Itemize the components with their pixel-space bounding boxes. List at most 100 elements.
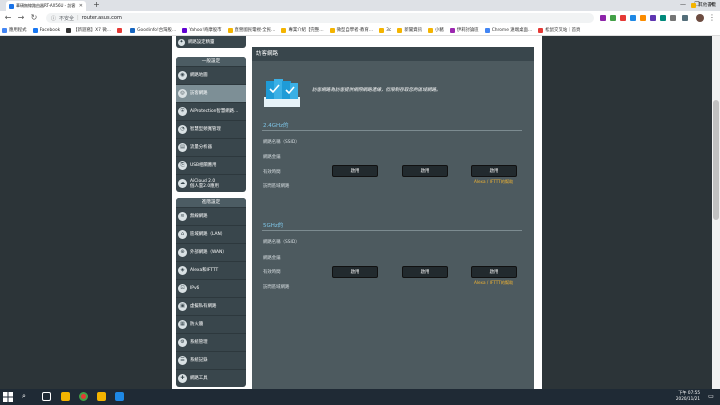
sidebar-item-setup-wizard[interactable]: ✦ 網路設定精靈 [176, 36, 246, 48]
system-clock[interactable]: 下午 07:55 2020/11/21 [676, 390, 700, 402]
sidebar-item[interactable]: ▤ 流量分析器 [176, 138, 246, 156]
bookmark-item[interactable]: 伊莉討論區 [449, 27, 479, 33]
band-title-5g: 5GHz的 [263, 223, 284, 229]
bookmark-item[interactable]: 專業介紹【完整… [281, 27, 324, 33]
browser-tab[interactable]: 華碩無線路由器RT-AX56U - 訪客 ✕ [6, 1, 86, 11]
enable-button[interactable]: 啟用 [332, 165, 378, 177]
sidebar-item[interactable]: ☁ AiCloud 2.0 個人雲2.0應用 [176, 174, 246, 192]
tab-strip: 華碩無線路由器RT-AX56U - 訪客 ✕ + — ❐ ✕ [0, 0, 720, 11]
sidebar-item[interactable]: ⊡ IPv6 [176, 279, 246, 297]
network-key-label: 網路金鑰 [263, 256, 281, 261]
menu-item-icon: ◉ [178, 71, 187, 80]
menu-icon[interactable]: ⋮ [708, 13, 716, 23]
chrome-icon[interactable] [79, 392, 88, 401]
sidebar-item[interactable]: ✚ 網路工具 [176, 369, 246, 387]
bookmark-item[interactable]: Chrome 遠端桌面… [484, 27, 532, 33]
alexa-ifttt-help-link[interactable]: Alexa / IFTTT的幫助 [474, 280, 513, 286]
bookmark-item[interactable]: Facebook [32, 27, 60, 33]
enable-button[interactable]: 啟用 [471, 165, 517, 177]
sidebar-item[interactable]: ⎘ USB相關應用 [176, 156, 246, 174]
bookmark-item[interactable] [117, 27, 124, 33]
bookmark-item[interactable]: 直營國民電視‧全民… [227, 27, 275, 33]
sidebar-item-label: 系統管理 [190, 340, 208, 345]
divider [262, 130, 522, 131]
extension-icon[interactable] [620, 15, 626, 21]
bookmark-label: 3c [386, 27, 392, 33]
reload-icon[interactable]: ↻ [29, 13, 39, 23]
notification-icon[interactable]: ▭ [706, 390, 716, 404]
sidebar-item[interactable]: ⛨ AiProtection智慧網路… [176, 102, 246, 120]
router-sidebar: ✦ 網路設定精靈 一般設定 ◉ 網路地圖 ◎ 訪客網路 ⛨ AiProtection智慧網… [176, 36, 246, 389]
back-icon[interactable]: ← [3, 13, 13, 23]
sidebar-item-label: Alexa和IFTTT [190, 268, 219, 273]
extension-icon[interactable] [660, 15, 666, 21]
clock-date: 2020/11/21 [675, 396, 700, 401]
time-remaining-label: 有效時間 [263, 170, 281, 175]
sidebar-item-label: 流量分析器 [190, 145, 212, 150]
sidebar-item[interactable]: ◎ 訪客網路 [176, 84, 246, 102]
bookmark-item[interactable]: 3c [379, 27, 392, 33]
sidebar-item[interactable]: ◔ 智慧型頻寬管理 [176, 120, 246, 138]
advanced-settings-heading: 進階設定 [176, 198, 246, 207]
search-icon[interactable]: ⌕ [22, 392, 31, 401]
extension-icon[interactable] [650, 15, 656, 21]
menu-item-icon: ⎘ [178, 161, 187, 170]
bookmark-item[interactable]: 新聞資訊 [397, 27, 422, 33]
enable-button[interactable]: 啟用 [332, 266, 378, 278]
task-view-icon[interactable] [42, 392, 51, 401]
bookmark-item[interactable]: 應用程式 [2, 27, 27, 33]
access-intranet-label: 訪問區域網路 [263, 184, 290, 189]
info-icon[interactable]: ⓘ [51, 15, 56, 22]
file-explorer-icon[interactable] [61, 392, 70, 401]
extension-icon[interactable] [630, 15, 636, 21]
wizard-icon: ✦ [178, 38, 185, 46]
sidebar-item-label: AiCloud 2.0 個人雲2.0應用 [190, 178, 219, 189]
sidebar-item[interactable]: ☰ 系統記錄 [176, 351, 246, 369]
sidebar-item[interactable]: ⚙ 系統管理 [176, 333, 246, 351]
sidebar-item[interactable]: ≋ 無線網路 [176, 207, 246, 225]
address-bar[interactable]: ⓘ 不安全 | router.asus.com [46, 13, 594, 23]
menu-item-icon: ◈ [178, 266, 187, 275]
menu-item-icon: ▦ [178, 320, 187, 329]
new-tab-button[interactable]: + [92, 1, 101, 10]
enable-button[interactable]: 啟用 [402, 266, 448, 278]
setup-wizard-link[interactable]: ✦ 網路設定精靈 [176, 36, 246, 48]
scrollbar-thumb[interactable] [713, 100, 719, 220]
sidebar-item[interactable]: ⌂ 區域網路（LAN） [176, 225, 246, 243]
bookmark-favicon-icon [117, 27, 123, 33]
profile-avatar[interactable] [696, 14, 704, 22]
sidebar-item[interactable]: ⊕ 外部網路（WAN） [176, 243, 246, 261]
other-bookmarks[interactable]: 其他書籤 [691, 2, 716, 8]
folder-icon[interactable] [97, 392, 106, 401]
bookmark-item[interactable]: Goodinfo!台灣股… [130, 27, 176, 33]
extension-icon[interactable] [600, 15, 606, 21]
close-tab-icon[interactable]: ✕ [79, 3, 83, 9]
windows-start-icon[interactable] [3, 392, 13, 402]
app-icon[interactable] [115, 392, 124, 401]
bookmark-item[interactable]: 微型自學者‧教育… [329, 27, 373, 33]
address-separator: | [77, 15, 79, 21]
extension-icon[interactable] [610, 15, 616, 21]
sidebar-item[interactable]: ▣ 虛擬私有網路 [176, 297, 246, 315]
bookmark-favicon-icon [130, 27, 136, 33]
enable-button[interactable]: 啟用 [471, 266, 517, 278]
sidebar-item[interactable]: ▦ 防火牆 [176, 315, 246, 333]
extension-icon[interactable] [670, 15, 676, 21]
bookmark-item[interactable]: Yahoo!奇摩股市 [182, 27, 222, 33]
bookmark-item[interactable]: 松鼠交叉站｜首頁 [538, 27, 580, 33]
forward-icon[interactable]: → [16, 13, 26, 23]
bookmark-label: 小豬 [434, 28, 444, 33]
bookmark-favicon-icon [449, 27, 455, 33]
bookmark-label: 專業介紹【完整… [288, 28, 324, 33]
router-favicon-icon [9, 3, 14, 9]
sidebar-item[interactable]: ◉ 網路地圖 [176, 66, 246, 84]
sidebar-item[interactable]: ◈ Alexa和IFTTT [176, 261, 246, 279]
bookmark-item[interactable]: 【新遊窩】X7 微… [66, 27, 111, 33]
enable-button[interactable]: 啟用 [402, 165, 448, 177]
url-text: router.asus.com [81, 15, 122, 21]
extension-icon[interactable] [640, 15, 646, 21]
bookmark-item[interactable]: 小豬 [427, 27, 444, 33]
alexa-ifttt-help-link[interactable]: Alexa / IFTTT的幫助 [474, 179, 513, 185]
extension-icon[interactable] [682, 15, 688, 21]
minimize-button[interactable]: — [676, 0, 690, 10]
